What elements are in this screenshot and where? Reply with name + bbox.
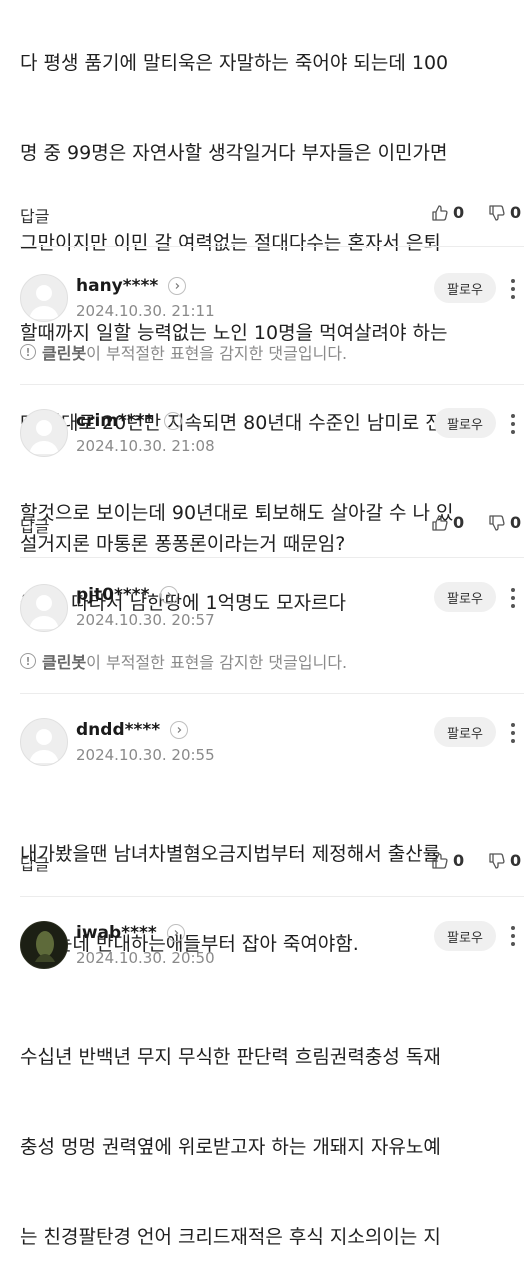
dislike-button[interactable]: 0 [488,851,521,870]
default-avatar-icon [29,420,59,454]
chevron-right-icon[interactable] [168,277,187,295]
username-row[interactable]: pjt0**** [76,585,178,605]
thumbs-up-icon [431,852,449,870]
default-avatar-icon [29,285,59,319]
cleanbot-text: 이 부적절한 표현을 감지한 댓글입니다. [86,344,348,363]
thumbs-down-icon [488,204,506,222]
divider [20,896,524,897]
like-button[interactable]: 0 [431,203,464,222]
username-row[interactable]: dndd**** [76,720,189,740]
chevron-right-icon[interactable] [163,412,182,430]
divider [20,557,524,558]
more-vertical-icon[interactable] [510,279,516,299]
username-row[interactable]: hany**** [76,276,187,296]
comment-line: 명 중 99명은 자연사할 생각일거다 부자들은 이민가면 [20,142,448,164]
more-vertical-icon[interactable] [510,414,516,434]
timestamp: 2024.10.30. 21:11 [76,302,215,320]
default-avatar-icon [29,729,59,763]
username[interactable]: crim**** [76,411,154,431]
reply-button[interactable]: 답글 [20,513,49,537]
like-count: 0 [453,203,465,222]
username-row[interactable]: iwab**** [76,923,185,943]
dislike-count: 0 [510,851,522,870]
timestamp: 2024.10.30. 20:57 [76,611,215,629]
thumbs-up-icon [431,514,449,532]
comment-body: 수십년 반백년 무지 무식한 판단력 흐림권력충성 독재 충성 멍멍 권력옆에 … [20,982,441,1282]
more-vertical-icon[interactable] [510,926,516,946]
alert-circle-icon: ! [20,344,36,360]
reply-button[interactable]: 답글 [20,851,49,875]
comment-line: 는 친경팔탄경 언어 크리드재적은 후식 지소의이는 지 [20,1226,441,1248]
more-vertical-icon[interactable] [510,723,516,743]
dislike-button[interactable]: 0 [488,203,521,222]
username[interactable]: pjt0**** [76,585,150,605]
comment-body: 설거지론 마통론 퐁퐁론이라는거 때문임? [20,469,345,589]
divider [20,384,524,385]
avatar[interactable] [20,584,68,632]
comment-line: 다 평생 품기에 말티욱은 자말하는 죽어야 되는데 100 [20,52,449,74]
divider [20,693,524,694]
chevron-right-icon[interactable] [159,586,178,604]
timestamp: 2024.10.30. 21:08 [76,437,215,455]
timestamp: 2024.10.30. 20:55 [76,746,215,764]
follow-button[interactable]: 팔로우 [434,273,496,303]
avatar[interactable] [20,409,68,457]
dislike-count: 0 [510,203,522,222]
comment-line: 설거지론 마통론 퐁퐁론이라는거 때문임? [20,533,346,555]
avatar[interactable] [20,921,68,969]
username[interactable]: iwab**** [76,923,157,943]
comment-line: 충성 멍멍 권력옆에 위로받고자 하는 개돼지 자유노예 [20,1136,441,1158]
like-button[interactable]: 0 [431,851,464,870]
thumbs-down-icon [488,514,506,532]
username[interactable]: hany**** [76,276,158,296]
follow-button[interactable]: 팔로우 [434,717,496,747]
avatar[interactable] [20,274,68,322]
chevron-right-icon[interactable] [170,721,189,739]
alert-circle-icon: ! [20,653,36,669]
cleanbot-text: 이 부적절한 표현을 감지한 댓글입니다. [86,653,348,672]
thumbs-up-icon [431,204,449,222]
follow-button[interactable]: 팔로우 [434,582,496,612]
profile-photo-icon [35,931,55,962]
comment-line: 그만이지만 이민 갈 여력없는 절대다수는 혼자서 은퇴 [20,232,441,254]
cleanbot-link[interactable]: 클린봇 [42,653,86,672]
username[interactable]: dndd**** [76,720,160,740]
dislike-count: 0 [510,513,522,532]
cleanbot-notice: ! 클린봇이 부적절한 표현을 감지한 댓글입니다. [20,340,347,364]
divider [20,246,524,247]
comment-line: 수십년 반백년 무지 무식한 판단력 흐림권력충성 독재 [20,1046,441,1068]
more-vertical-icon[interactable] [510,588,516,608]
like-count: 0 [453,513,465,532]
like-button[interactable]: 0 [431,513,464,532]
chevron-right-icon[interactable] [166,924,185,942]
dislike-button[interactable]: 0 [488,513,521,532]
comment-line: 내가봤을땐 남녀차별혐오금지법부터 제정해서 출산률 [20,843,441,865]
follow-button[interactable]: 팔로우 [434,408,496,438]
thumbs-down-icon [488,852,506,870]
like-count: 0 [453,851,465,870]
follow-button[interactable]: 팔로우 [434,921,496,951]
timestamp: 2024.10.30. 20:50 [76,949,215,967]
avatar[interactable] [20,718,68,766]
default-avatar-icon [29,595,59,629]
username-row[interactable]: crim**** [76,411,182,431]
reply-button[interactable]: 답글 [20,203,49,227]
cleanbot-notice: ! 클린봇이 부적절한 표현을 감지한 댓글입니다. [20,649,347,673]
cleanbot-link[interactable]: 클린봇 [42,344,86,363]
